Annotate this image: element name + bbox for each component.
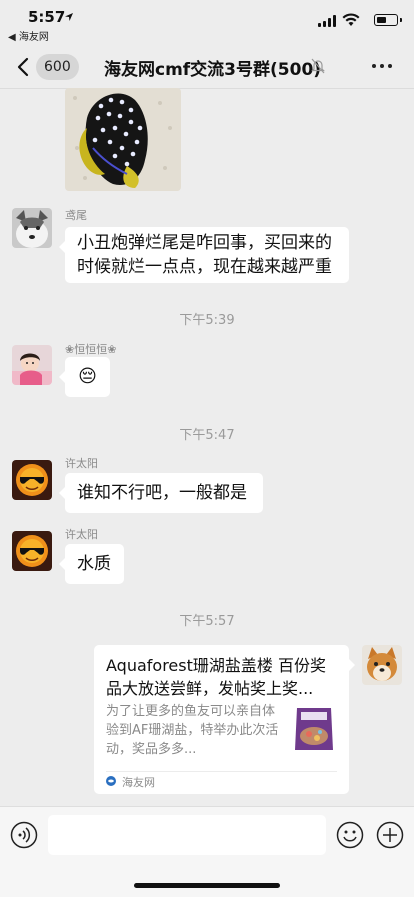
status-bar: 5:57 ◀ 海友网 [0, 0, 414, 44]
message-text: 谁知不行吧，一般都是 [77, 483, 247, 503]
avatar-xutaiyang[interactable] [12, 531, 52, 571]
sender-name: 许太阳 [65, 457, 98, 470]
sun-sunglasses-avatar-image [12, 531, 52, 571]
husky-avatar-image [12, 208, 52, 248]
shiba-avatar-image [362, 645, 402, 685]
timestamp: 下午5:57 [179, 614, 235, 629]
return-to-app-link[interactable]: ◀ 海友网 [8, 28, 49, 43]
avatar-hengheng[interactable] [12, 345, 52, 385]
chat-header: 600 海友网cmf交流3号群(500) [0, 44, 414, 89]
back-button[interactable]: 600 [16, 54, 96, 80]
chat-title: 海友网cmf交流3号群(500) [104, 60, 322, 80]
card-description: 为了让更多的鱼友可以亲自体验到AF珊湖盐，特举办此次活动，奖品多多... [106, 704, 279, 757]
emoji-icon[interactable] [336, 821, 364, 849]
wifi-icon [342, 13, 360, 26]
message-bubble[interactable]: 谁知不行吧，一般都是 [59, 473, 263, 513]
location-arrow-icon [65, 13, 73, 21]
voice-input-icon[interactable] [10, 821, 38, 849]
source-logo-icon [106, 776, 116, 786]
emoji-message-bubble[interactable]: 😔 [59, 357, 110, 397]
card-title: Aquaforest珊湖盐盖楼 百份奖品大放送尝鲜，发帖奖上奖... [106, 656, 326, 698]
unread-count-badge: 600 [36, 54, 79, 80]
sender-name: 许太阳 [65, 528, 98, 541]
message-bubble[interactable]: 小丑炮弹烂尾是咋回事，买回来的时候就烂一点点，现在越来越严重 [59, 227, 349, 283]
message-input[interactable] [48, 815, 326, 855]
message-text: 小丑炮弹烂尾是咋回事，买回来的时候就烂一点点，现在越来越严重 [77, 233, 332, 277]
avatar-self[interactable] [362, 645, 402, 685]
signal-icon [318, 15, 336, 27]
input-bar [0, 806, 414, 897]
message-text: 水质 [77, 554, 111, 574]
link-card-message[interactable]: Aquaforest珊湖盐盖楼 百份奖品大放送尝鲜，发帖奖上奖... 为了让更多… [94, 645, 355, 794]
sender-name: ❀恒恒恒❀ [65, 343, 117, 356]
salt-bag-thumbnail [289, 702, 339, 754]
fish-image-message[interactable] [65, 88, 181, 191]
sun-sunglasses-avatar-image [12, 460, 52, 500]
card-source: 海友网 [122, 776, 155, 789]
more-options-button[interactable] [372, 64, 392, 70]
chevron-left-icon [17, 57, 29, 77]
plus-icon[interactable] [376, 821, 404, 849]
card-divider [106, 771, 337, 772]
timestamp: 下午5:47 [179, 428, 235, 443]
status-time: 5:57 [28, 8, 66, 26]
avatar-yuanwei[interactable] [12, 208, 52, 248]
mute-bell-icon [311, 58, 325, 74]
timestamp: 下午5:39 [179, 313, 235, 328]
message-bubble[interactable]: 水质 [59, 544, 124, 584]
pensive-emoji: 😔 [78, 366, 97, 387]
battery-icon [374, 14, 402, 26]
avatar-xutaiyang[interactable] [12, 460, 52, 500]
home-indicator[interactable] [134, 883, 280, 888]
sender-name: 鸢尾 [65, 209, 87, 222]
fish-photo [65, 88, 181, 191]
child-avatar-image [12, 345, 52, 385]
